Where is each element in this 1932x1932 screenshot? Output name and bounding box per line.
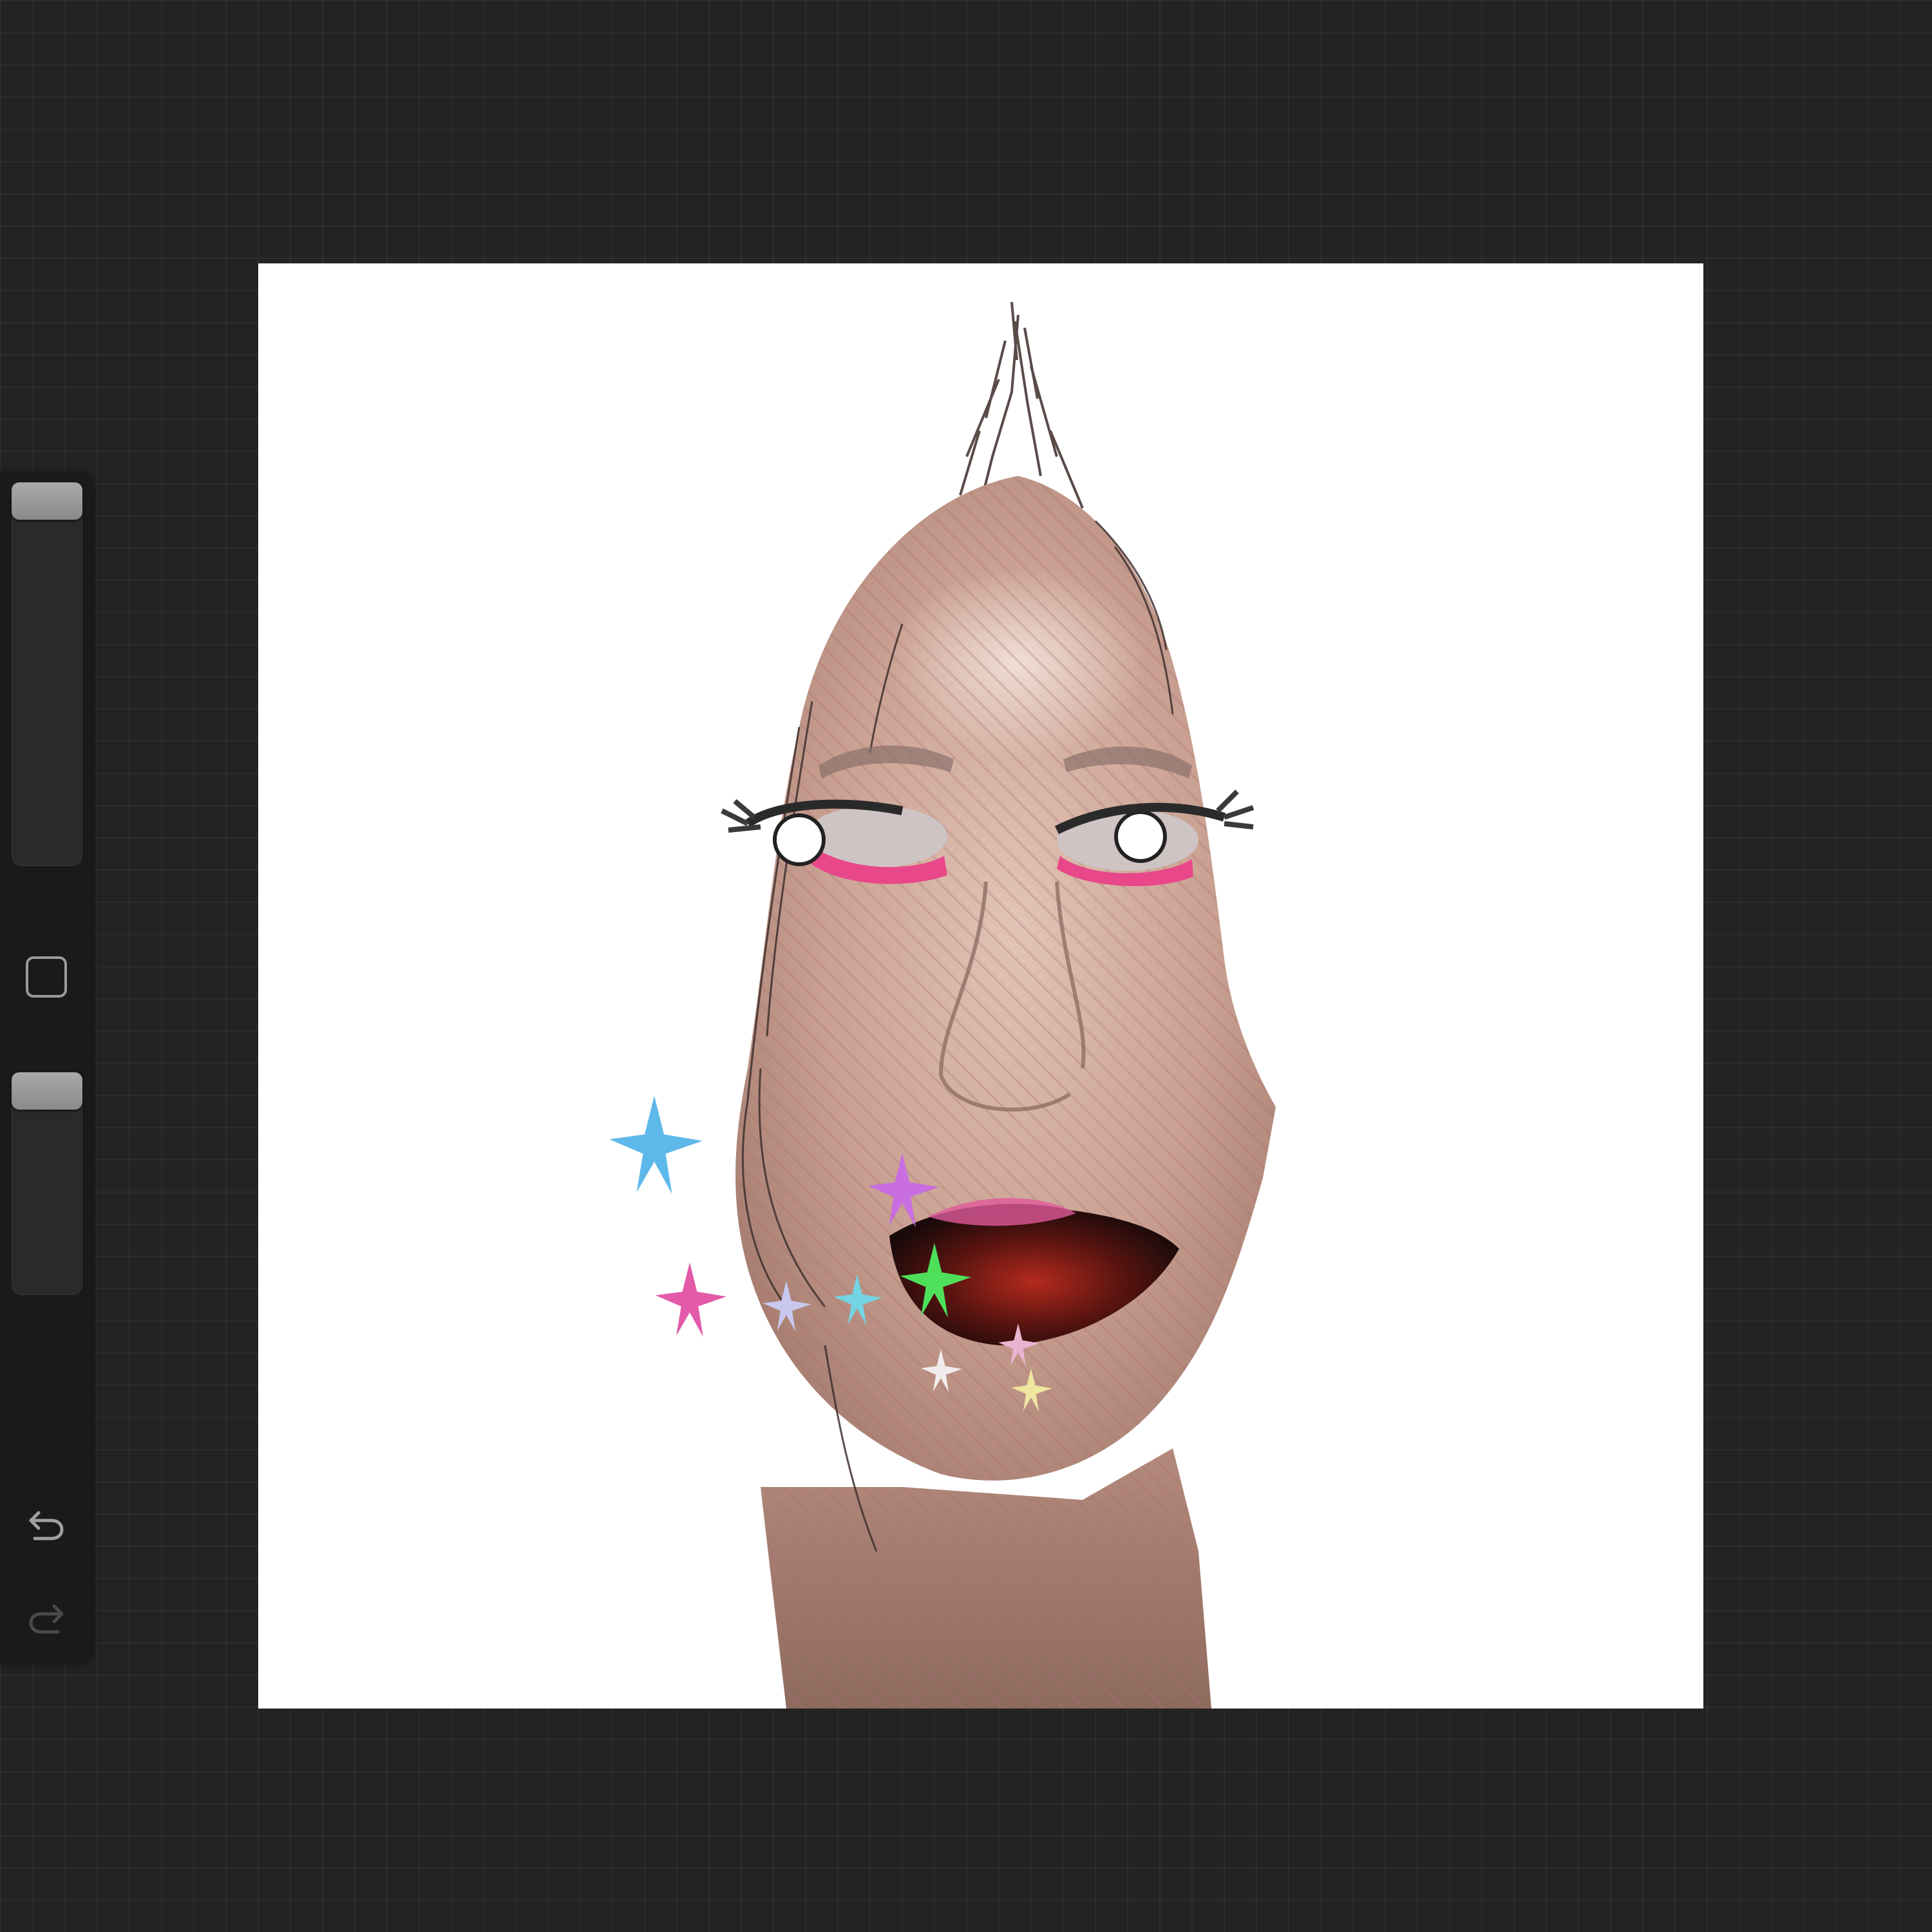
redo-button[interactable] (19, 1591, 73, 1645)
left-eye (721, 799, 947, 884)
undo-arrow-icon (29, 1511, 64, 1540)
modify-button[interactable] (26, 956, 67, 998)
opacity-thumb[interactable] (12, 1072, 82, 1110)
undo-button[interactable] (19, 1497, 73, 1551)
brush-size-slider[interactable] (12, 482, 82, 866)
redo-arrow-icon (29, 1604, 64, 1634)
opacity-slider[interactable] (12, 1072, 82, 1295)
brush-size-thumb[interactable] (12, 482, 82, 520)
artwork (609, 301, 1276, 1709)
star-sticker-pink (655, 1262, 726, 1337)
left-sidebar (0, 473, 93, 1663)
neck-shape (761, 1448, 1211, 1709)
drawing-canvas[interactable] (258, 263, 1703, 1709)
star-sticker-blue (609, 1095, 703, 1194)
